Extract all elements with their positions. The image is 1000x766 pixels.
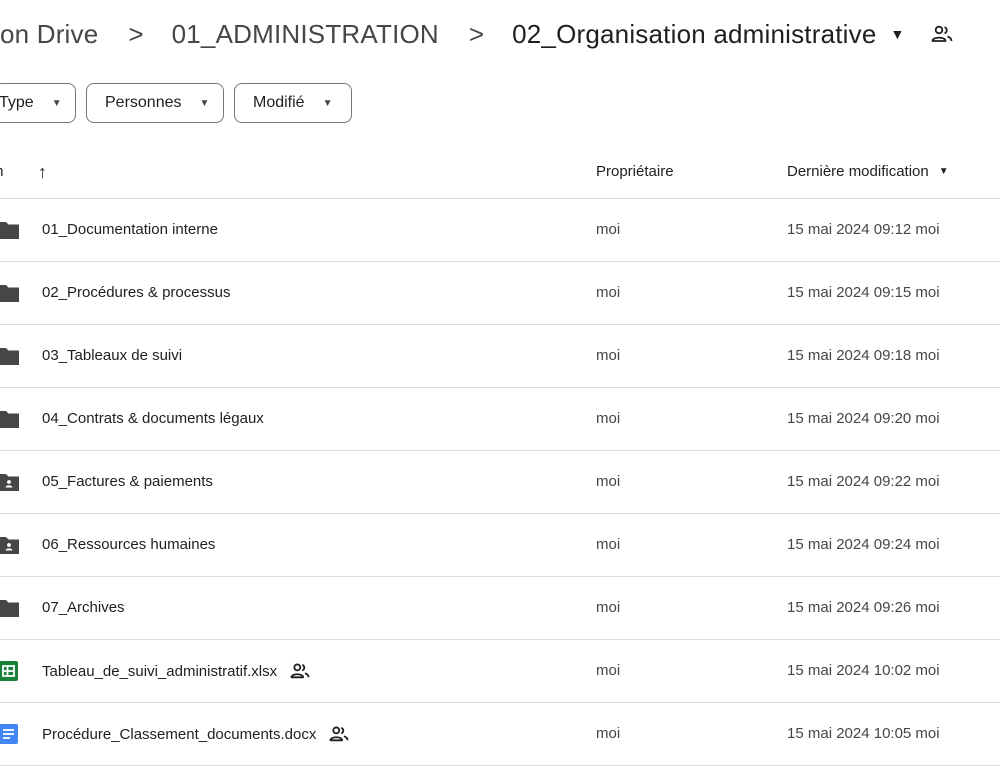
chevron-down-icon: ▼ [51, 97, 62, 109]
chevron-down-icon: ▼ [938, 166, 949, 177]
modified-cell: 15 mai 2024 10:05 moi [787, 725, 940, 742]
table-row[interactable]: Tableau_de_suivi_administratif.xlsx moi 15… [0, 640, 1000, 703]
folder-icon [0, 408, 21, 430]
file-name[interactable]: Procédure_Classement_documents.docx [42, 725, 350, 743]
docs-icon [0, 723, 21, 745]
table-row[interactable]: 06_Ressources humaines moi 15 mai 2024 09:… [0, 514, 1000, 577]
arrow-up-icon[interactable]: ↑ [38, 162, 47, 183]
file-list: 01_Documentation interne moi 15 mai 2024 0… [0, 199, 1000, 766]
filter-persons-label: Personnes [105, 94, 182, 111]
sheets-icon [0, 660, 21, 682]
file-name-label: 01_Documentation interne [42, 221, 218, 238]
filter-persons-button[interactable]: Personnes ▼ [86, 83, 224, 123]
shared-people-icon [328, 725, 350, 743]
table-row[interactable]: 07_Archives moi 15 mai 2024 09:26 moi [0, 577, 1000, 640]
breadcrumb-separator: > [128, 18, 144, 49]
folder-icon [0, 282, 21, 304]
column-header-modified[interactable]: Dernière modification ▼ [787, 163, 949, 180]
file-name[interactable]: Tableau_de_suivi_administratif.xlsx [42, 662, 311, 680]
breadcrumb-administration[interactable]: 01_ADMINISTRATION [172, 19, 439, 50]
file-name-label: 06_Ressources humaines [42, 536, 216, 553]
filter-modified-button[interactable]: Modifié ▼ [234, 83, 352, 123]
owner-cell: moi [596, 599, 621, 616]
breadcrumb-separator: > [468, 18, 485, 49]
shared-people-icon [289, 662, 311, 680]
folder-icon [0, 597, 21, 619]
table-row[interactable]: 05_Factures & paiements moi 15 mai 2024 09… [0, 451, 1000, 514]
modified-cell: 15 mai 2024 09:12 moi [787, 221, 940, 238]
column-header-owner[interactable]: Propriétaire [596, 163, 674, 180]
breadcrumb-current-folder[interactable]: 02_Organisation administrative [512, 19, 876, 50]
owner-cell: moi [596, 662, 621, 679]
file-name[interactable]: 03_Tableaux de suivi [42, 347, 182, 364]
column-header-name[interactable]: m [0, 163, 4, 180]
modified-cell: 15 mai 2024 09:20 moi [787, 410, 940, 427]
owner-cell: moi [596, 347, 621, 364]
owner-cell: moi [596, 473, 621, 490]
folder-icon [0, 219, 21, 241]
file-name[interactable]: 05_Factures & paiements [42, 473, 213, 490]
owner-cell: moi [596, 725, 621, 742]
owner-cell: moi [596, 410, 621, 427]
file-name-label: 04_Contrats & documents légaux [42, 410, 264, 427]
table-header: m ↑ Propriétaire Dernière modification ▼ [0, 150, 1000, 199]
folder-icon [0, 345, 21, 367]
file-name-label: 07_Archives [42, 599, 125, 616]
table-row[interactable]: 01_Documentation interne moi 15 mai 2024 0… [0, 199, 1000, 262]
modified-cell: 15 mai 2024 09:22 moi [787, 473, 940, 490]
file-name-label: Procédure_Classement_documents.docx [42, 725, 317, 743]
breadcrumb-my-drive[interactable]: lon Drive [0, 19, 98, 50]
chevron-down-icon: ▼ [322, 97, 333, 109]
shared-people-icon[interactable] [930, 24, 954, 44]
shared-folder-icon [0, 471, 21, 493]
filter-type-button[interactable]: Type ▼ [0, 83, 76, 123]
filter-type-label: Type [0, 94, 34, 111]
table-row[interactable]: 02_Procédures & processus moi 15 mai 2024 … [0, 262, 1000, 325]
file-name-label: 05_Factures & paiements [42, 473, 213, 490]
modified-cell: 15 mai 2024 09:26 moi [787, 599, 940, 616]
table-row[interactable]: 04_Contrats & documents légaux moi 15 mai … [0, 388, 1000, 451]
chevron-down-icon[interactable]: ▼ [891, 26, 905, 42]
file-name-label: 03_Tableaux de suivi [42, 347, 183, 364]
owner-cell: moi [596, 284, 621, 301]
modified-cell: 15 mai 2024 09:15 moi [787, 284, 940, 301]
table-row[interactable]: 03_Tableaux de suivi moi 15 mai 2024 09:18… [0, 325, 1000, 388]
breadcrumb: lon Drive > 01_ADMINISTRATION > 02_Organ… [0, 14, 954, 54]
modified-cell: 15 mai 2024 09:24 moi [787, 536, 940, 553]
column-header-modified-label: Dernière modification [787, 163, 929, 180]
owner-cell: moi [596, 536, 621, 553]
file-name-label: Tableau_de_suivi_administratif.xlsx [42, 662, 278, 680]
file-name[interactable]: 02_Procédures & processus [42, 284, 230, 301]
owner-cell: moi [596, 221, 621, 238]
chevron-down-icon: ▼ [199, 97, 210, 109]
filter-modified-label: Modifié [253, 94, 305, 111]
shared-folder-icon [0, 534, 21, 556]
modified-cell: 15 mai 2024 09:18 moi [787, 347, 940, 364]
file-name[interactable]: 04_Contrats & documents légaux [42, 410, 264, 427]
file-name[interactable]: 06_Ressources humaines [42, 536, 215, 553]
file-name[interactable]: 01_Documentation interne [42, 221, 218, 238]
file-name-label: 02_Procédures & processus [42, 284, 231, 301]
file-name[interactable]: 07_Archives [42, 599, 125, 616]
table-row[interactable]: Procédure_Classement_documents.docx moi 15… [0, 703, 1000, 766]
modified-cell: 15 mai 2024 10:02 moi [787, 662, 940, 679]
filter-bar: Type ▼ Personnes ▼ Modifié ▼ [0, 83, 352, 123]
